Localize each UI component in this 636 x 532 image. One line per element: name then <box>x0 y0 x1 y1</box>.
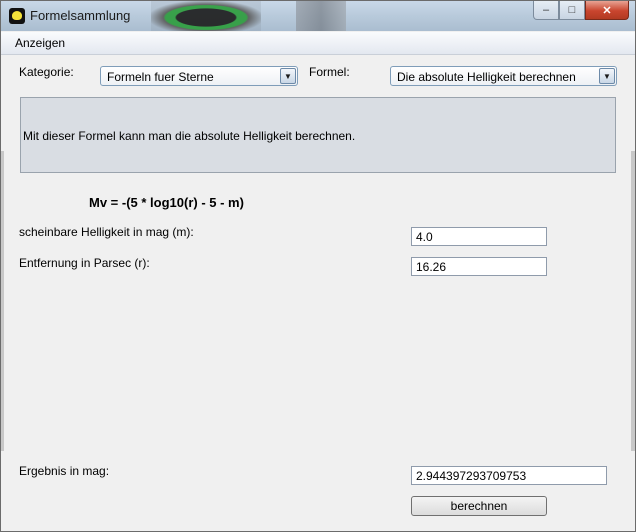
formula-label: Formel: <box>309 65 350 79</box>
category-select-value: Formeln fuer Sterne <box>107 70 214 84</box>
menu-bar: Anzeigen <box>1 32 635 55</box>
right-edge-strip <box>631 151 635 451</box>
compute-button[interactable]: berechnen <box>411 496 547 516</box>
titlebar-background-artifact <box>151 1 261 31</box>
category-select[interactable]: Formeln fuer Sterne ▼ <box>100 66 298 86</box>
title-bar[interactable]: Formelsammlung – □ ✕ <box>1 1 635 31</box>
apparent-magnitude-input[interactable] <box>411 227 547 246</box>
minimize-button[interactable]: – <box>533 1 559 20</box>
result-label: Ergebnis in mag: <box>19 464 110 478</box>
maximize-button[interactable]: □ <box>559 1 585 20</box>
window-title: Formelsammlung <box>30 8 131 23</box>
description-panel: Mit dieser Formel kann man die absolute … <box>20 97 616 173</box>
result-field[interactable] <box>411 466 607 485</box>
window-controls: – □ ✕ <box>533 1 629 20</box>
description-text: Mit dieser Formel kann man die absolute … <box>23 129 356 143</box>
chevron-down-icon[interactable]: ▼ <box>599 68 615 84</box>
chevron-down-icon[interactable]: ▼ <box>280 68 296 84</box>
formula-select[interactable]: Die absolute Helligkeit berechnen ▼ <box>390 66 617 86</box>
distance-parsec-input[interactable] <box>411 257 547 276</box>
distance-parsec-label: Entfernung in Parsec (r): <box>19 256 150 270</box>
left-edge-strip <box>1 151 4 451</box>
app-window: Formelsammlung – □ ✕ Anzeigen Kategorie:… <box>0 0 636 532</box>
titlebar-background-artifact-2 <box>296 1 346 31</box>
menu-anzeigen[interactable]: Anzeigen <box>15 36 65 50</box>
formula-text: Mv = -(5 * log10(r) - 5 - m) <box>89 195 244 210</box>
close-button[interactable]: ✕ <box>585 1 629 20</box>
app-icon <box>9 8 25 24</box>
category-label: Kategorie: <box>19 65 74 79</box>
formula-select-value: Die absolute Helligkeit berechnen <box>397 70 576 84</box>
apparent-magnitude-label: scheinbare Helligkeit in mag (m): <box>19 225 194 239</box>
